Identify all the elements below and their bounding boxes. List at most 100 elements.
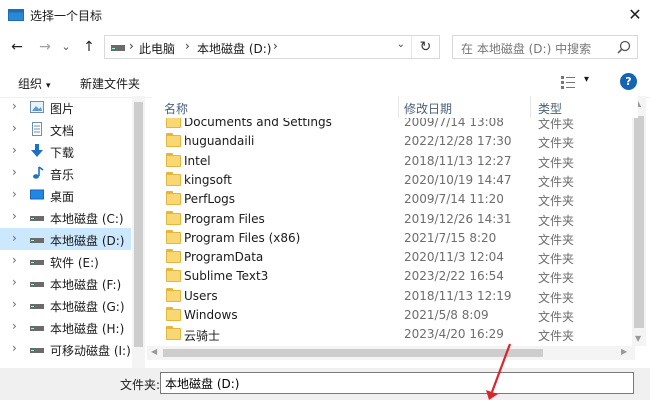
new-folder-button[interactable]: 新建文件夹 [80,75,140,92]
scroll-left-icon[interactable]: ◀ [151,347,157,356]
pictures-icon [30,100,44,114]
file-row[interactable]: Program Files 2019/12/26 14:31 文件夹 [152,210,638,229]
sidebar-item[interactable]: › 音乐 [0,162,131,184]
scroll-down-icon[interactable]: ▼ [635,334,641,343]
drive-icon [30,342,44,356]
file-modified-date: 2009/7/14 11:20 [404,192,504,207]
folder-icon [166,307,181,321]
chevron-right-icon[interactable]: › [12,253,17,267]
chevron-right-icon[interactable]: › [12,297,17,311]
chevron-right-icon[interactable]: › [12,143,17,157]
folder-field-label: 文件夹: [120,378,161,392]
chevron-right-icon[interactable]: › [12,231,17,245]
drive-icon [30,210,44,224]
view-options-icon[interactable] [560,74,576,90]
address-dropdown-button[interactable]: ⌄ [397,39,405,50]
navigation-bar: ← → ⌄ ↑ › 此电脑 › 本地磁盘 (D:) › ⌄ ↻ 在 本地磁盘 (… [0,30,650,66]
column-divider[interactable] [398,96,399,118]
drive-icon [30,276,44,290]
file-name: Sublime Text3 [184,269,269,284]
file-row[interactable]: Program Files (x86) 2021/7/15 8:20 文件夹 [152,229,638,248]
chevron-right-icon[interactable]: › [12,341,17,355]
sidebar-item[interactable]: › 本地磁盘 (F:) [0,272,131,294]
sidebar-item-label: 本地磁盘 (G:) [50,300,125,314]
back-button[interactable]: ← [8,38,26,56]
breadcrumb-drive-d[interactable]: 本地磁盘 (D:) [197,40,271,57]
file-modified-date: 2022/12/28 17:30 [404,134,512,149]
file-name: huguandaili [184,134,255,149]
scrollbar-thumb[interactable] [134,102,143,347]
folder-icon [166,191,181,206]
file-row[interactable]: Intel 2018/11/13 12:27 文件夹 [152,152,638,171]
title-bar: 选择一个目标 ✕ [0,0,650,30]
column-header-modified[interactable]: 修改日期 [404,100,452,117]
sidebar-item[interactable]: › 本地磁盘 (H:) [0,316,131,338]
sidebar-item[interactable]: › 图片 [0,96,131,118]
sidebar-item[interactable]: › 本地磁盘 (C:) [0,206,131,228]
file-type: 文件夹 [538,329,575,344]
organize-menu[interactable]: 组织 ▾ [18,75,51,92]
sidebar-item[interactable]: › 可移动磁盘 (I:) [0,338,131,360]
folder-icon [166,287,181,302]
scrollbar-thumb[interactable] [634,116,644,328]
file-row[interactable]: kingsoft 2020/10/19 14:47 文件夹 [152,171,638,190]
sidebar-item[interactable]: › 软件 (E:) [0,250,131,272]
scroll-right-icon[interactable]: ▶ [621,347,627,356]
folder-selection-bar: 文件夹: [0,368,650,400]
view-dropdown-button[interactable]: ▾ [584,74,589,85]
command-toolbar: 组织 ▾ 新建文件夹 ▾ ? [0,66,650,98]
up-button[interactable]: ↑ [80,38,98,56]
file-name: ProgramData [184,250,264,265]
close-button[interactable]: ✕ [620,0,650,30]
folder-icon [166,326,181,341]
scrollbar-thumb[interactable] [163,349,543,357]
chevron-right-icon[interactable]: › [12,165,17,179]
sidebar-item-label: 本地磁盘 (F:) [50,278,122,292]
forward-button[interactable]: → [36,38,54,56]
file-row[interactable]: huguandaili 2022/12/28 17:30 文件夹 [152,132,638,151]
chevron-right-icon[interactable]: › [12,187,17,201]
file-row[interactable]: Sublime Text3 2023/2/22 16:54 文件夹 [152,267,638,286]
file-modified-date: 2020/11/3 12:04 [404,250,504,265]
file-row[interactable]: PerfLogs 2009/7/14 11:20 文件夹 [152,190,638,209]
file-name: 云骑士 [184,329,221,344]
file-list-horizontal-scrollbar[interactable]: ◀ ▶ [147,346,635,360]
drive-icon [111,45,125,51]
file-row[interactable]: Windows 2021/5/8 8:09 文件夹 [152,306,638,325]
sidebar-item[interactable]: › 下载 [0,140,131,162]
file-row[interactable]: ProgramData 2020/11/3 12:04 文件夹 [152,248,638,267]
sidebar-item[interactable]: › 文档 [0,118,131,140]
sidebar-item[interactable]: › 本地磁盘 (G:) [0,294,131,316]
column-header-name[interactable]: 名称 [164,100,188,117]
address-bar[interactable]: › 此电脑 › 本地磁盘 (D:) › ⌄ ↻ [104,35,440,59]
file-type: 文件夹 [538,136,575,151]
help-button[interactable]: ? [620,73,637,90]
folder-icon [166,229,181,244]
sidebar-item-label: 下载 [50,146,75,160]
sidebar-item[interactable]: › 桌面 [0,184,131,206]
chevron-right-icon[interactable]: › [12,275,17,289]
refresh-button[interactable]: ↻ [411,36,439,58]
chevron-right-icon[interactable]: › [12,99,17,113]
navigation-pane-scrollbar[interactable] [132,96,145,368]
file-row[interactable]: 云骑士 2023/4/20 16:29 文件夹 [152,325,638,344]
file-name: Windows [184,308,238,322]
breadcrumb-this-pc[interactable]: 此电脑 [139,40,175,57]
recent-locations-button[interactable]: ⌄ [60,38,72,56]
chevron-right-icon[interactable]: › [12,319,17,333]
search-box[interactable]: 在 本地磁盘 (D:) 中搜索 [452,35,638,59]
chevron-right-icon[interactable]: › [12,121,17,135]
folder-icon [166,249,181,264]
file-modified-date: 2023/2/22 16:54 [404,269,504,284]
file-name: Program Files [184,211,265,226]
folder-field[interactable] [160,372,634,394]
column-header-type[interactable]: 类型 [538,100,562,117]
navigation-pane: › 图片 › 文档 › 下载 › 音乐 › 桌面 › 本地磁盘 (C:) › 本地磁盘 (D:) › 软件 (… [0,96,145,368]
file-row[interactable]: Users 2018/11/13 12:19 文件夹 [152,287,638,306]
file-name: Users [184,288,218,303]
sidebar-item[interactable]: › 本地磁盘 (D:) [0,228,131,250]
column-divider[interactable] [530,96,531,118]
file-modified-date: 2018/11/13 12:19 [404,288,512,303]
chevron-right-icon[interactable]: › [12,209,17,223]
file-list-vertical-scrollbar[interactable]: ▲ ▼ [632,96,646,346]
